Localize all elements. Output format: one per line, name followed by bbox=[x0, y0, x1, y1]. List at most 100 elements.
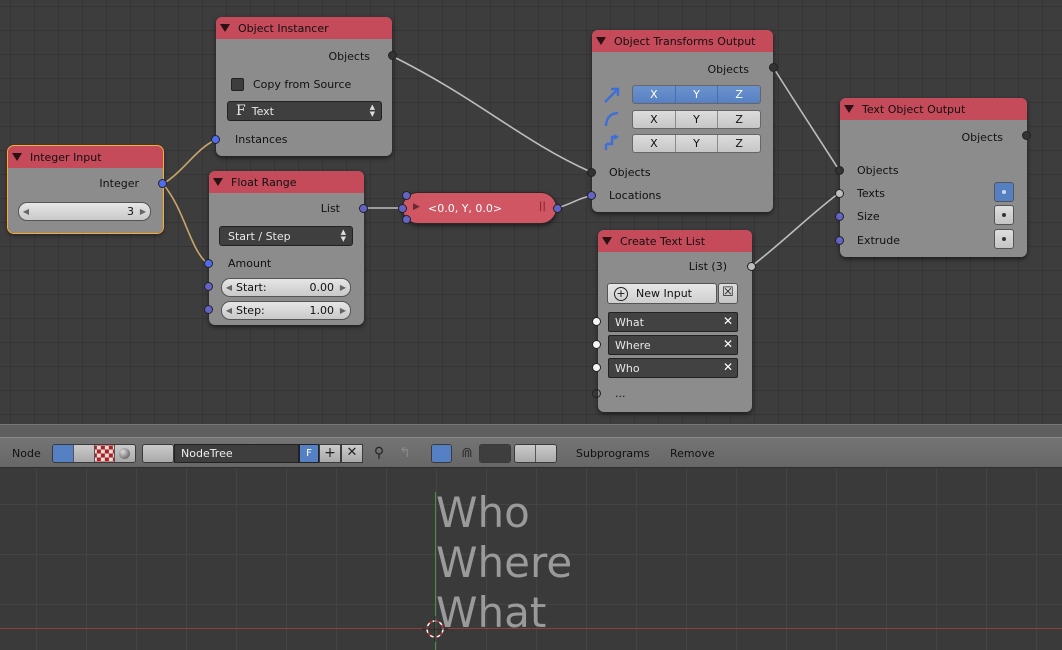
axis-x-toggle[interactable]: X bbox=[633, 135, 676, 152]
node-tree-browse-icon[interactable] bbox=[143, 445, 173, 462]
collapse-triangle-icon[interactable] bbox=[844, 105, 854, 113]
extrude-input-socket[interactable] bbox=[835, 236, 844, 245]
reroute-x-input-socket[interactable] bbox=[402, 191, 411, 200]
unlink-tree-button[interactable]: ✕ bbox=[341, 444, 363, 463]
node-header[interactable]: Integer Input bbox=[8, 146, 163, 168]
decrement-arrow-icon[interactable]: ◀ bbox=[222, 283, 236, 292]
pin-button[interactable]: ⚲ bbox=[368, 444, 390, 463]
create-text-list-node[interactable]: Create Text List List (3) + New Input ☒ … bbox=[598, 230, 752, 412]
size-use-toggle[interactable] bbox=[994, 205, 1014, 225]
shader-type-selector[interactable] bbox=[52, 444, 136, 463]
float-range-node[interactable]: Float Range List Start / Step ▲ ▼ Amount … bbox=[209, 171, 364, 325]
start-input-socket[interactable] bbox=[204, 282, 213, 291]
backdrop-toggle[interactable] bbox=[431, 444, 452, 463]
node-menu[interactable]: Node bbox=[12, 444, 41, 463]
node-header[interactable]: Text Object Output bbox=[840, 98, 1027, 120]
snap-element-selector[interactable] bbox=[479, 444, 511, 463]
step-input-socket[interactable] bbox=[204, 305, 213, 314]
axis-x-toggle[interactable]: X bbox=[633, 86, 676, 103]
transforms-objects-output-socket[interactable] bbox=[769, 63, 778, 72]
location-axes-toggle[interactable]: X Y Z bbox=[632, 85, 761, 104]
compositor-tree-icon[interactable] bbox=[73, 445, 95, 462]
node-editor[interactable]: Integer Input Integer ◀ 3 ▶ Object Instanc… bbox=[0, 0, 1062, 424]
new-tree-button[interactable]: + bbox=[319, 444, 341, 463]
list-output-socket[interactable] bbox=[359, 204, 368, 213]
object-instancer-node[interactable]: Object Instancer Objects Copy from Sourc… bbox=[216, 17, 392, 156]
integer-input-node[interactable]: Integer Input Integer ◀ 3 ▶ bbox=[7, 145, 164, 234]
paste-nodes-icon[interactable] bbox=[536, 445, 556, 462]
range-mode-dropdown[interactable]: Start / Step ▲ ▼ bbox=[219, 226, 353, 246]
texts-use-toggle[interactable] bbox=[994, 182, 1014, 202]
text-objects-output-socket[interactable] bbox=[1022, 131, 1031, 140]
object-transforms-output-node[interactable]: Object Transforms Output Objects X Y Z X… bbox=[592, 30, 773, 212]
text-list-item[interactable]: What ✕ bbox=[608, 312, 738, 332]
reroute-vector-output-socket[interactable] bbox=[553, 204, 562, 213]
remove-item-icon[interactable]: ✕ bbox=[723, 337, 733, 351]
texture-tree-icon[interactable] bbox=[94, 445, 116, 462]
remove-menu[interactable]: Remove bbox=[670, 444, 715, 463]
reroute-z-input-socket[interactable] bbox=[402, 215, 411, 224]
shader-tree-icon[interactable] bbox=[115, 445, 135, 462]
collapse-triangle-icon[interactable] bbox=[596, 37, 606, 45]
new-input-button[interactable]: + New Input bbox=[607, 283, 717, 304]
collapse-triangle-icon[interactable] bbox=[220, 24, 230, 32]
instances-input-socket[interactable] bbox=[211, 135, 220, 144]
increment-arrow-icon[interactable]: ▶ bbox=[336, 306, 350, 315]
scale-arrow-icon[interactable] bbox=[602, 133, 622, 153]
rotation-arc-icon[interactable] bbox=[602, 109, 622, 129]
increment-arrow-icon[interactable]: ▶ bbox=[336, 283, 350, 292]
remove-item-icon[interactable]: ✕ bbox=[723, 360, 733, 374]
increment-arrow-icon[interactable]: ▶ bbox=[136, 207, 150, 216]
node-header[interactable]: Object Transforms Output bbox=[592, 30, 773, 52]
combine-vector-node-collapsed[interactable]: ▶ <0.0, Y, 0.0> || bbox=[402, 192, 557, 224]
area-divider[interactable] bbox=[0, 424, 1062, 437]
text-list-item[interactable]: Where ✕ bbox=[608, 335, 738, 355]
copy-paste-buttons[interactable] bbox=[514, 444, 557, 463]
text-object-output-node[interactable]: Text Object Output Objects Objects Texts… bbox=[840, 98, 1027, 257]
location-arrow-icon[interactable] bbox=[602, 85, 622, 105]
clear-inputs-button[interactable]: ☒ bbox=[718, 283, 738, 304]
amount-input-socket[interactable] bbox=[204, 259, 213, 268]
step-field[interactable]: ◀ Step: 1.00 ▶ bbox=[221, 301, 351, 320]
node-tree-browse[interactable] bbox=[142, 444, 174, 463]
text-item-socket[interactable] bbox=[592, 317, 601, 326]
axis-z-toggle[interactable]: Z bbox=[718, 111, 760, 128]
3d-viewport[interactable]: Who Where What bbox=[0, 468, 1062, 650]
collapse-triangle-icon[interactable] bbox=[602, 237, 612, 245]
integer-value-field[interactable]: ◀ 3 ▶ bbox=[18, 202, 151, 221]
node-header[interactable]: Float Range bbox=[209, 171, 364, 193]
decrement-arrow-icon[interactable]: ◀ bbox=[222, 306, 236, 315]
axis-x-toggle[interactable]: X bbox=[633, 111, 676, 128]
instance-type-dropdown[interactable]: F Text ▲ ▼ bbox=[227, 101, 382, 121]
integer-output-socket[interactable] bbox=[158, 179, 167, 188]
collapse-triangle-icon[interactable] bbox=[12, 153, 22, 161]
collapse-triangle-icon[interactable] bbox=[213, 178, 223, 186]
text-list-item[interactable]: Who ✕ bbox=[608, 358, 738, 378]
fake-user-button[interactable]: F bbox=[299, 444, 319, 463]
axis-y-toggle[interactable]: Y bbox=[676, 111, 719, 128]
node-tree-name-field[interactable]: NodeTree bbox=[174, 444, 299, 463]
copy-nodes-icon[interactable] bbox=[515, 445, 536, 462]
text-list-output-socket[interactable] bbox=[747, 262, 756, 271]
node-header[interactable]: Create Text List bbox=[598, 230, 752, 252]
text-item-socket[interactable] bbox=[592, 363, 601, 372]
start-field[interactable]: ◀ Start: 0.00 ▶ bbox=[221, 278, 351, 297]
transforms-objects-input-socket[interactable] bbox=[587, 168, 596, 177]
axis-z-toggle[interactable]: Z bbox=[718, 135, 760, 152]
node-header[interactable]: Object Instancer bbox=[216, 17, 392, 39]
reroute-y-input-socket[interactable] bbox=[398, 204, 407, 213]
locations-input-socket[interactable] bbox=[587, 191, 596, 200]
text-objects-input-socket[interactable] bbox=[835, 166, 844, 175]
axis-y-toggle[interactable]: Y bbox=[676, 86, 719, 103]
go-to-parent-button[interactable]: ↰ bbox=[394, 444, 416, 463]
size-input-socket[interactable] bbox=[835, 212, 844, 221]
animation-nodes-tree-icon[interactable] bbox=[53, 445, 74, 462]
subprograms-menu[interactable]: Subprograms bbox=[576, 444, 650, 463]
rotation-axes-toggle[interactable]: X Y Z bbox=[632, 110, 761, 129]
axis-z-toggle[interactable]: Z bbox=[718, 86, 760, 103]
decrement-arrow-icon[interactable]: ◀ bbox=[19, 207, 33, 216]
snap-grid-icon[interactable] bbox=[480, 445, 510, 462]
extrude-use-toggle[interactable] bbox=[994, 229, 1014, 249]
new-item-socket[interactable] bbox=[592, 389, 601, 398]
texts-input-socket[interactable] bbox=[835, 189, 844, 198]
